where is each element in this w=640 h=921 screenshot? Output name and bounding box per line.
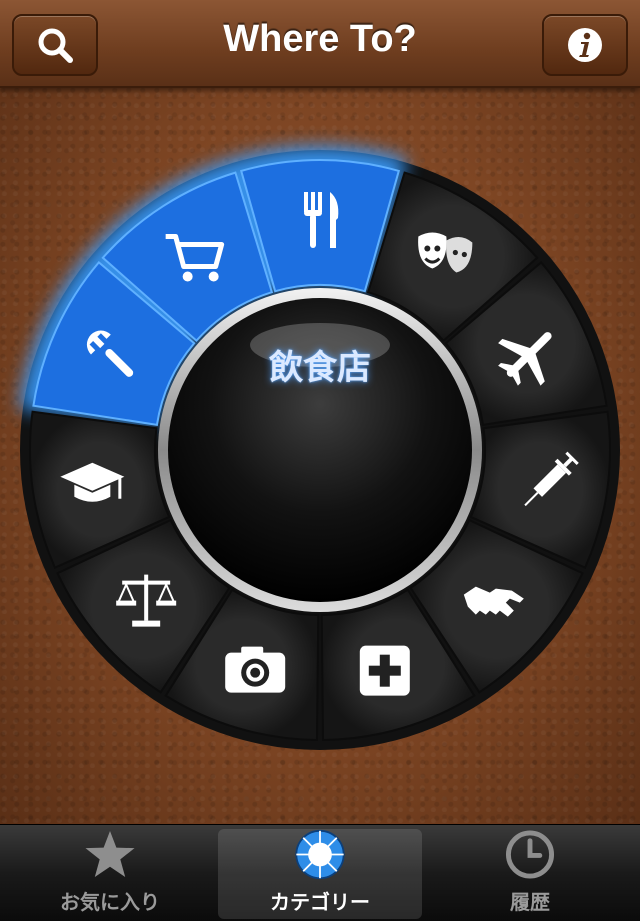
tab-categories[interactable]: カテゴリー — [218, 829, 422, 919]
nav-bar: Where To? — [0, 0, 640, 88]
tab-favorites-label: お気に入り — [60, 890, 160, 914]
selected-category-label: 飲食店 — [269, 348, 371, 388]
tab-categories-label: カテゴリー — [270, 890, 370, 914]
tab-history[interactable]: 履歴 — [428, 829, 632, 919]
medical-cross-icon — [359, 645, 410, 696]
tab-history-label: 履歴 — [510, 890, 550, 914]
camera-icon — [225, 646, 286, 693]
category-wheel-icon — [295, 829, 345, 880]
tab-favorites[interactable]: お気に入り — [8, 829, 212, 919]
category-dial — [18, 145, 620, 750]
info-icon — [568, 28, 602, 62]
info-button[interactable] — [542, 14, 628, 76]
star-icon — [85, 830, 135, 878]
clock-icon — [505, 830, 555, 879]
tab-bar: お気に入り カテゴリー 履歴 — [0, 824, 640, 921]
